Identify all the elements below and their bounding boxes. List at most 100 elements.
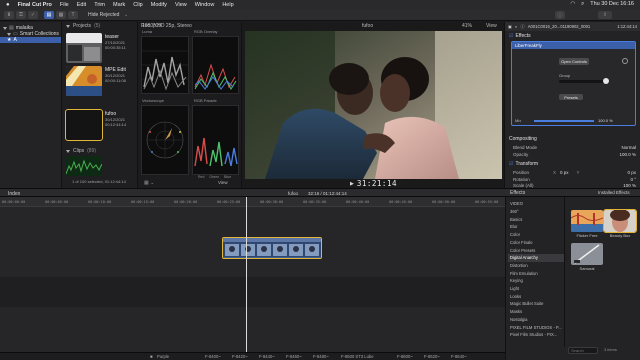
checkbox-icon[interactable]: ☑: [509, 33, 513, 39]
ruler-tick: 00:00:55:00: [475, 200, 499, 204]
project-item[interactable]: MPE Edit 30/12/2021 00:00:11:08: [66, 66, 136, 96]
viewer-view-menu[interactable]: View: [486, 23, 497, 29]
effect-thumbnail: [571, 210, 603, 232]
transform-section-header[interactable]: ☑ Transform: [509, 161, 636, 167]
slider-knob[interactable]: [603, 78, 609, 84]
position-y[interactable]: 0 px: [627, 170, 636, 175]
position-row[interactable]: Position X 0 px Y 0 px: [509, 169, 636, 175]
background-tasks-button[interactable]: ✓: [28, 11, 38, 19]
menubar-clock[interactable]: Thu 30 Dec 16:16: [590, 1, 634, 8]
wifi-icon[interactable]: ◠: [570, 1, 575, 8]
video-inspector-icon[interactable]: ▣: [508, 24, 512, 29]
opacity-value[interactable]: 100.0 %: [619, 152, 636, 157]
compositing-section-header[interactable]: Compositing: [509, 136, 636, 142]
effects-category-item[interactable]: Blur: [508, 223, 564, 231]
menu-clip[interactable]: Clip: [133, 2, 142, 8]
menu-mark[interactable]: Mark: [113, 2, 125, 8]
share-button[interactable]: ⇪: [598, 11, 612, 19]
scope-layout-icon[interactable]: ▦ ⌄: [144, 180, 154, 186]
effects-category-item[interactable]: Nostalgia: [508, 316, 564, 324]
apple-menu-icon[interactable]: ●: [6, 2, 10, 8]
effects-category-item[interactable]: Light: [508, 285, 564, 293]
effects-category-item[interactable]: Color Presets: [508, 246, 564, 254]
effects-category-item[interactable]: Color: [508, 231, 564, 239]
inspector-header: ▣ ◐ ⓘ A001C0016_20...01190902_0001 1:12:…: [505, 22, 640, 31]
project-thumbnail: [65, 109, 103, 141]
effects-category-item[interactable]: Masks: [508, 308, 564, 316]
effects-category-item[interactable]: PIXEL FILM STUDIOS - P...: [508, 323, 564, 331]
effect-item[interactable]: Beauty Box: [603, 209, 637, 238]
effects-category-item[interactable]: Distortion: [508, 262, 564, 270]
library-toggle-button[interactable]: ▤: [44, 11, 54, 19]
effects-category-item[interactable]: 360°: [508, 208, 564, 216]
effects-category-item[interactable]: Basics: [508, 215, 564, 223]
photos-toggle-button[interactable]: ▦: [56, 11, 66, 19]
menu-modify[interactable]: Modify: [151, 2, 167, 8]
menu-trim[interactable]: Trim: [94, 2, 105, 8]
disclosure-icon[interactable]: [66, 149, 70, 153]
projects-header[interactable]: Projects (5): [62, 22, 137, 30]
audio-track-area[interactable]: [0, 277, 505, 307]
keyword-button[interactable]: ⚿: [16, 11, 26, 19]
menu-view[interactable]: View: [175, 2, 187, 8]
mix-slider[interactable]: [534, 120, 594, 122]
presets-button[interactable]: Presets: [559, 94, 583, 100]
group-slider[interactable]: [559, 78, 609, 84]
project-item[interactable]: teaser 27/10/2021 00:00:35:11: [66, 33, 136, 63]
effects-category-item[interactable]: Magic Bullet Suite: [508, 300, 564, 308]
menu-help[interactable]: Help: [222, 2, 233, 8]
info-inspector-icon[interactable]: ⓘ: [521, 24, 525, 30]
position-x[interactable]: 0 px: [560, 170, 569, 175]
effects-category-item[interactable]: Film Emulation: [508, 269, 564, 277]
disclosure-icon[interactable]: [66, 24, 70, 28]
effects-section-header[interactable]: ☑ Effects: [509, 33, 636, 39]
timeline-ruler[interactable]: 00:00:00:00 00:00:05:00 00:00:10:00 00:0…: [0, 197, 505, 207]
color-inspector-icon[interactable]: ◐: [515, 24, 518, 29]
timeline-project-name: fufoo: [288, 191, 299, 196]
opacity-row[interactable]: Opacity 100.0 %: [509, 151, 636, 157]
effect-name[interactable]: LiberFreakFly: [512, 42, 635, 49]
effects-category-item[interactable]: Looks: [508, 292, 564, 300]
effects-category-item[interactable]: VIDEO: [508, 200, 564, 208]
play-icon[interactable]: ▶: [350, 181, 354, 187]
scale-all-value[interactable]: 100 %: [623, 183, 636, 188]
filter-dropdown[interactable]: Hide Rejected: [88, 12, 119, 18]
reset-icon[interactable]: [622, 58, 628, 64]
video-frame[interactable]: [245, 31, 502, 179]
timeline-clip[interactable]: [222, 237, 322, 259]
blend-mode-value[interactable]: Normal: [621, 145, 636, 150]
search-icon[interactable]: ⌕: [581, 1, 584, 8]
project-item[interactable]: fufoo 30/12/2021 00:12:44:14: [65, 109, 136, 141]
filter-chevron-icon[interactable]: ⌄: [124, 12, 128, 18]
installed-effects-label[interactable]: Installed Effects: [598, 190, 630, 195]
mix-value[interactable]: 100.0 %: [598, 118, 613, 123]
import-button[interactable]: ⬇: [4, 11, 14, 19]
blend-mode-row[interactable]: Blend Mode Normal: [509, 144, 636, 150]
playhead[interactable]: [246, 197, 247, 360]
disclosure-icon[interactable]: [3, 26, 7, 30]
checkbox-icon[interactable]: ☑: [509, 161, 513, 167]
viewer-timecode[interactable]: 31:21:14: [357, 179, 397, 188]
effects-search-input[interactable]: [568, 347, 598, 354]
titles-toggle-button[interactable]: T: [68, 11, 78, 19]
effect-item[interactable]: Flicker Free: [571, 210, 603, 238]
rotation-value[interactable]: 0 °: [630, 177, 636, 182]
disclosure-icon[interactable]: [7, 32, 11, 36]
inspector-toggle-button[interactable]: ⓘ: [555, 11, 565, 19]
effects-category-item[interactable]: Pixel Film Studios - PIX...: [508, 331, 564, 339]
clips-header[interactable]: Clips (89): [62, 147, 96, 155]
effects-category-item[interactable]: Digital Anarchy: [508, 253, 564, 262]
menu-edit[interactable]: Edit: [77, 2, 86, 8]
effects-category-item[interactable]: Color Finale: [508, 239, 564, 247]
effect-item[interactable]: Samurai: [571, 243, 603, 271]
open-controls-button[interactable]: Open Controls: [559, 58, 589, 65]
effects-category-item[interactable]: Keying: [508, 277, 564, 285]
viewer-zoom[interactable]: 41%: [462, 23, 472, 29]
event-row[interactable]: ★ A: [0, 37, 61, 43]
timeline[interactable]: 00:00:00:00 00:00:05:00 00:00:10:00 00:0…: [0, 197, 505, 360]
menu-window[interactable]: Window: [195, 2, 215, 8]
menu-file[interactable]: File: [60, 2, 69, 8]
app-menu[interactable]: Final Cut Pro: [18, 2, 52, 8]
clip-thumbnail[interactable]: [66, 156, 102, 176]
scopes-view-button[interactable]: View: [218, 180, 228, 185]
